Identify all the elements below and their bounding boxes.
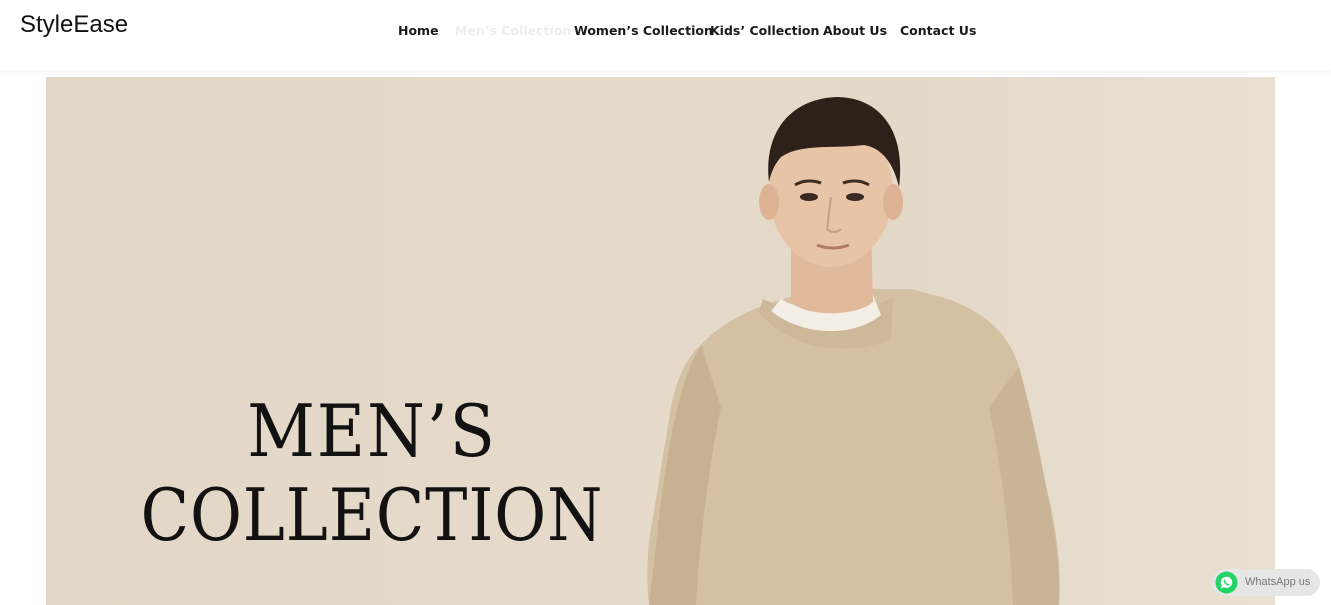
hero-title-line1: MEN’S [247, 389, 497, 473]
hero-title: MEN’S COLLECTION [104, 389, 640, 557]
main-nav: Home Men’s Collection Women’s Collection… [0, 22, 1331, 42]
hero-title-line2: COLLECTION [140, 473, 604, 557]
whatsapp-button[interactable]: WhatsApp us [1212, 569, 1320, 596]
whatsapp-icon [1215, 571, 1238, 594]
hero-banner: MEN’S COLLECTION [46, 77, 1275, 605]
nav-womens-collection[interactable]: Women’s Collection [574, 22, 713, 40]
hero-model-image [647, 97, 1060, 605]
nav-home[interactable]: Home [398, 22, 439, 40]
whatsapp-label: WhatsApp us [1245, 576, 1311, 588]
nav-contact-us[interactable]: Contact Us [900, 22, 976, 40]
site-header: StyleEase Home Men’s Collection Women’s … [0, 0, 1331, 70]
nav-kids-collection[interactable]: Kids’ Collection [710, 22, 819, 40]
nav-mens-collection[interactable]: Men’s Collection [455, 22, 571, 40]
nav-about-us[interactable]: About Us [823, 22, 887, 40]
